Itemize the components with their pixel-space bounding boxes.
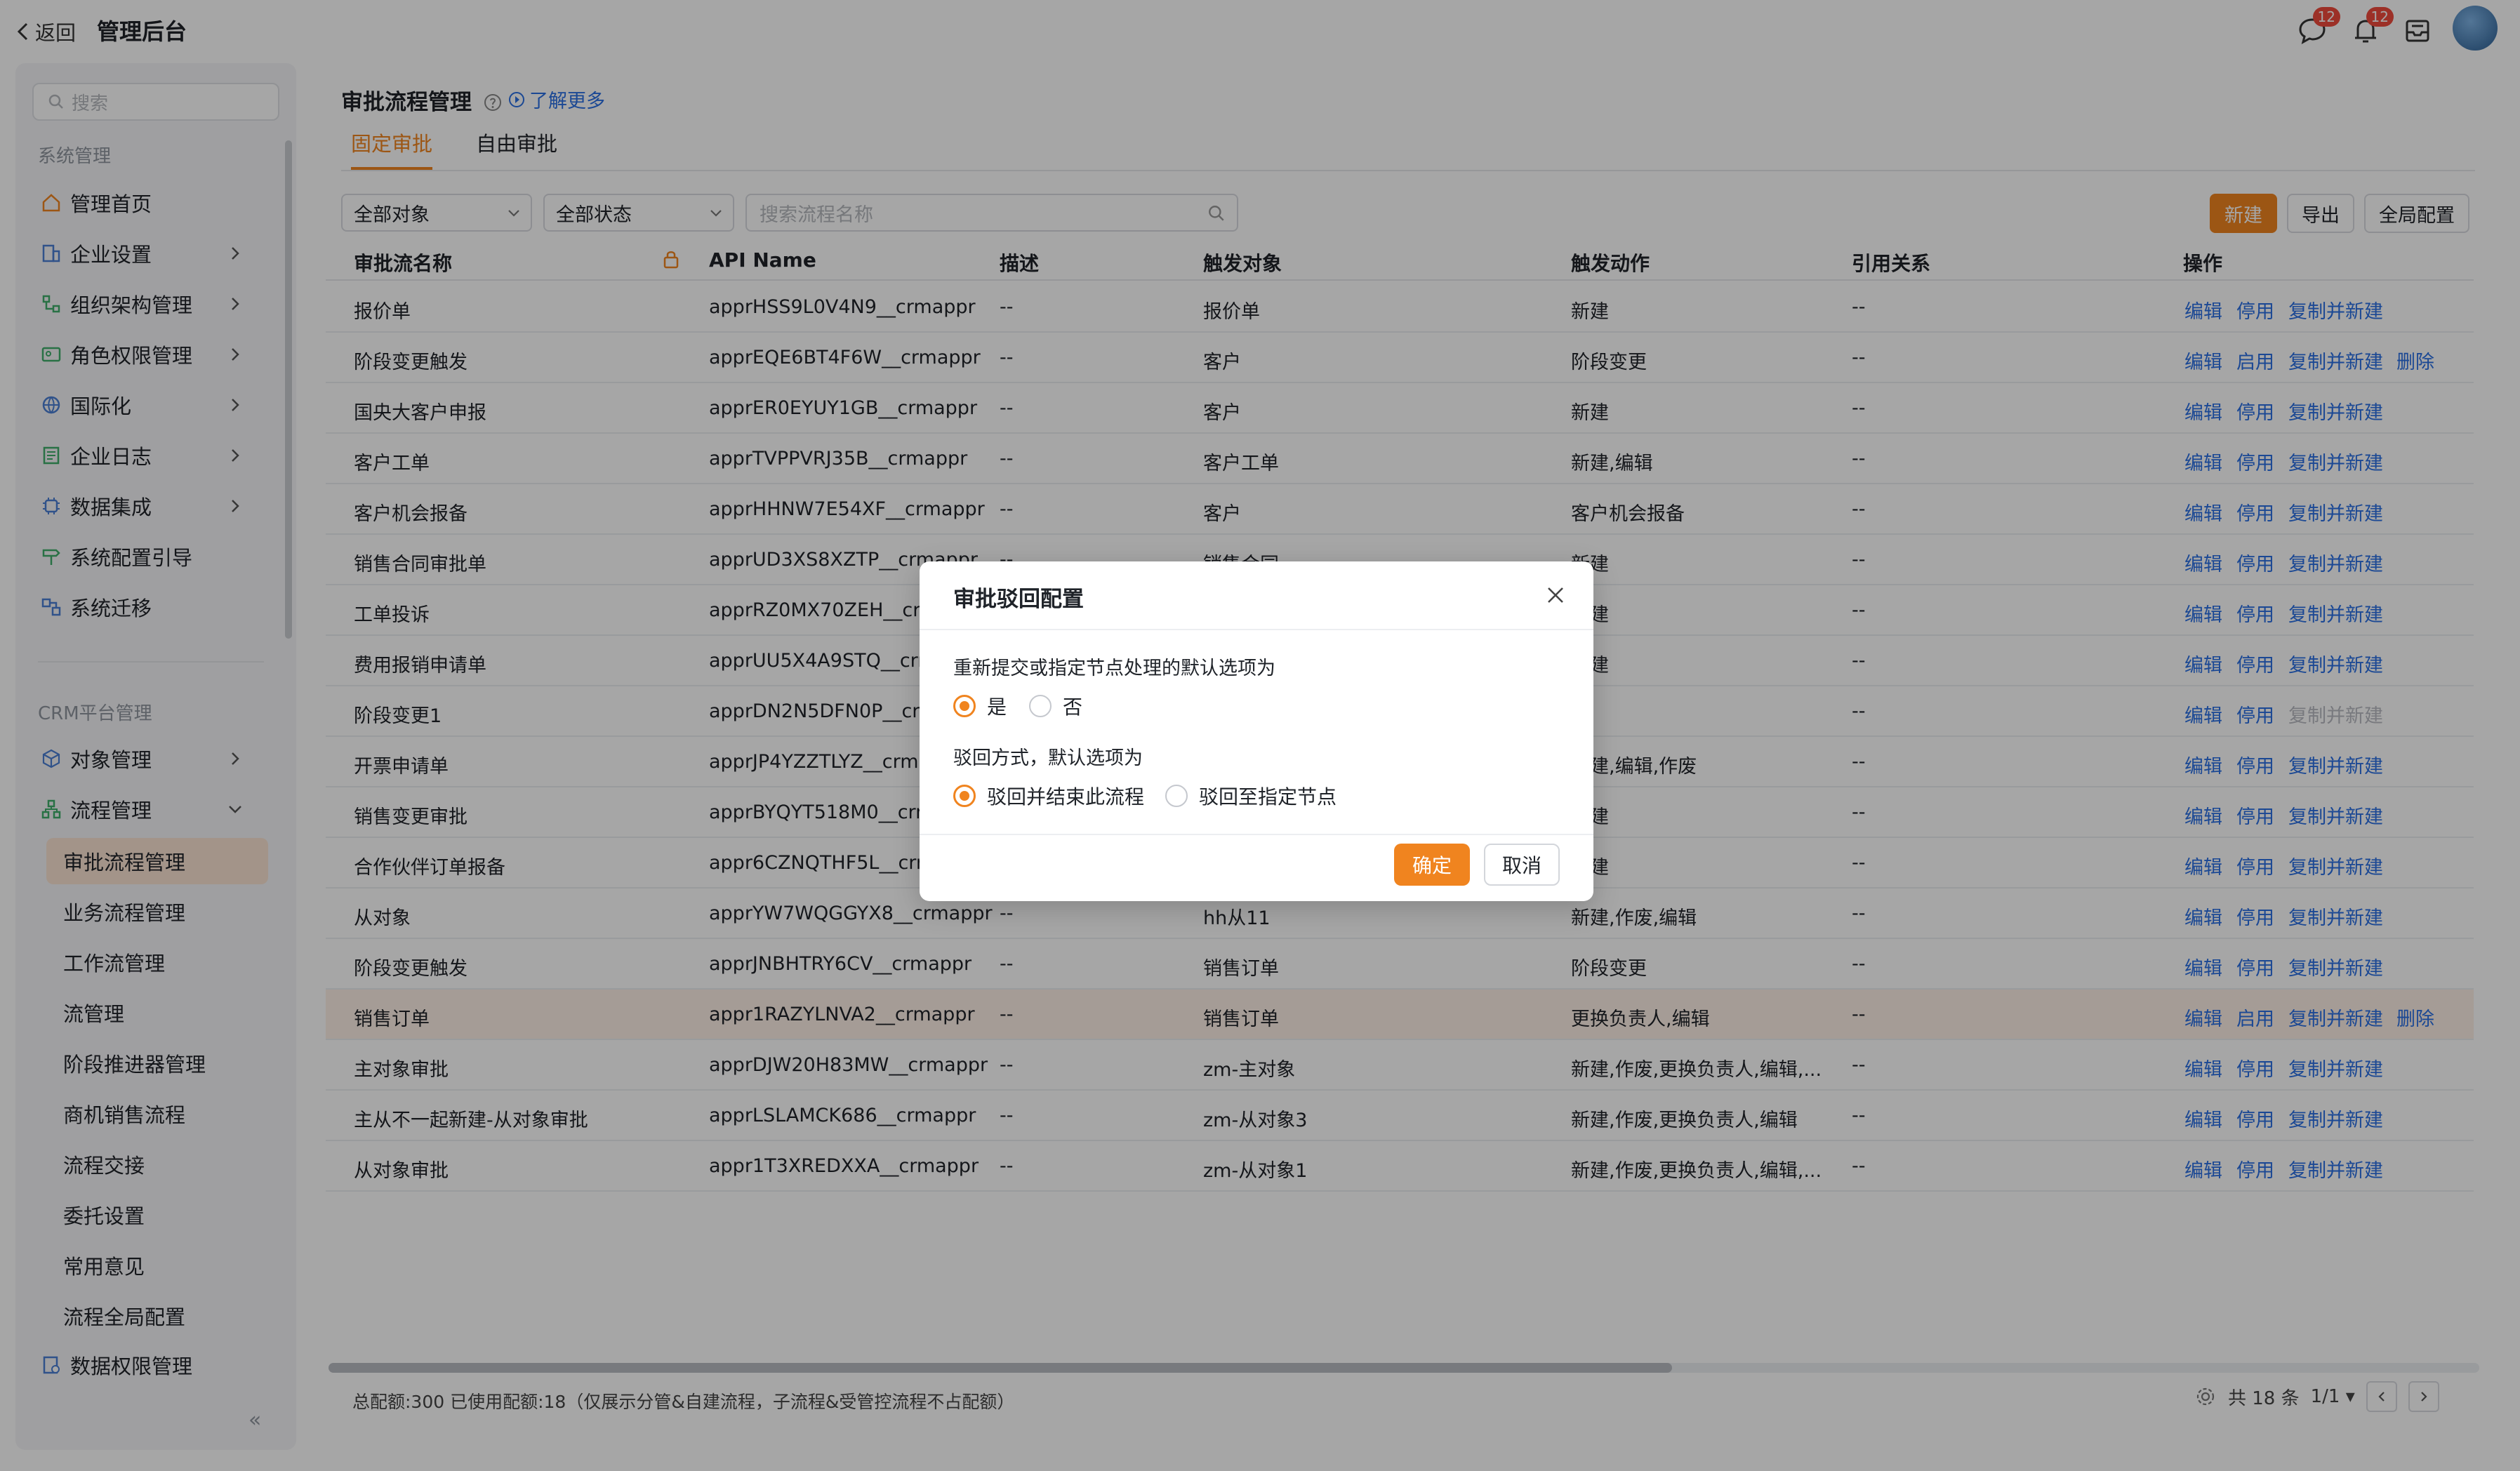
radio-label: 驳回至指定节点 [1199,785,1337,808]
radio-checked-icon [953,785,976,807]
resubmit-default-label: 重新提交或指定节点处理的默认选项为 [953,658,1275,679]
radio-reject-end-flow[interactable]: 驳回并结束此流程 [953,782,1144,810]
dialog-title: 审批驳回配置 [953,587,1084,612]
cancel-button[interactable]: 取消 [1484,844,1560,886]
radio-label: 驳回并结束此流程 [987,785,1145,808]
radio-unchecked-icon [1165,785,1188,807]
radio-resubmit-no[interactable]: 否 [1029,692,1082,720]
radio-reject-to-node[interactable]: 驳回至指定节点 [1165,782,1337,810]
reject-mode-label: 驳回方式，默认选项为 [953,747,1143,769]
reject-config-dialog: 审批驳回配置 重新提交或指定节点处理的默认选项为 是 否 驳回方式，默认选项为 … [920,561,1593,901]
radio-resubmit-yes[interactable]: 是 [953,692,1007,720]
radio-checked-icon [953,695,976,717]
dialog-header-divider [920,629,1593,630]
radio-label: 是 [987,695,1007,719]
close-icon[interactable] [1544,584,1567,606]
dialog-footer-divider [920,834,1593,835]
radio-unchecked-icon [1029,695,1052,717]
radio-label: 否 [1063,695,1083,719]
confirm-button[interactable]: 确定 [1394,844,1470,886]
